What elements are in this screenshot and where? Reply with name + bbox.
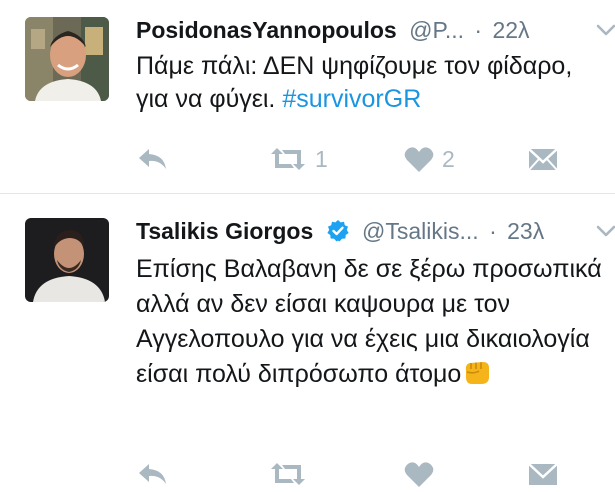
retweet-count: 1: [315, 145, 328, 172]
retweet-button[interactable]: 1: [269, 141, 328, 177]
tweet-text: Πάμε πάλι: ΔΕΝ ψηφίζουμε τον φίδαρο, για…: [136, 50, 606, 116]
separator: ·: [474, 17, 483, 43]
like-icon: [404, 146, 434, 172]
user-handle[interactable]: @P...: [409, 17, 464, 43]
tweet-text: Επίσης Βαλαβανη δε σε ξέρω προσωπικά αλλ…: [136, 252, 614, 392]
direct-message-button[interactable]: [528, 456, 558, 492]
like-button[interactable]: [404, 456, 434, 492]
retweet-icon: [271, 148, 305, 170]
like-count: 2: [442, 145, 455, 172]
avatar[interactable]: [25, 218, 109, 302]
direct-message-button[interactable]: [528, 141, 558, 177]
like-icon: [404, 461, 434, 487]
tweet-body: Επίσης Βαλαβανη δε σε ξέρω προσωπικά αλλ…: [136, 255, 602, 388]
timestamp[interactable]: 22λ: [492, 17, 529, 43]
display-name[interactable]: Tsalikis Giorgos: [136, 218, 313, 244]
fist-emoji-icon: [466, 362, 490, 384]
avatar[interactable]: [25, 17, 109, 101]
avatar-photo: [25, 218, 109, 302]
reply-button[interactable]: [136, 456, 168, 492]
reply-button[interactable]: [136, 141, 168, 177]
tweet-header: PosidonasYannopoulos @P... · 22λ: [136, 15, 615, 45]
avatar-photo: [25, 17, 109, 101]
chevron-down-icon[interactable]: [595, 216, 615, 246]
tweet-actions: [136, 456, 615, 492]
direct-message-icon: [528, 148, 558, 171]
retweet-button[interactable]: [269, 456, 307, 492]
display-name[interactable]: PosidonasYannopoulos: [136, 17, 397, 43]
tweet-tsalikis[interactable]: Tsalikis Giorgos @Tsalikis... · 23λ Επίσ…: [0, 194, 615, 487]
tweet-posidonas[interactable]: PosidonasYannopoulos @P... · 22λ Πάμε πά…: [0, 0, 615, 193]
reply-icon: [139, 464, 166, 484]
retweet-icon: [271, 463, 305, 485]
tweet-actions: 1 2: [136, 141, 615, 177]
reply-icon: [139, 149, 166, 169]
user-handle[interactable]: @Tsalikis...: [362, 218, 479, 244]
timestamp[interactable]: 23λ: [507, 218, 544, 244]
like-button[interactable]: 2: [404, 141, 455, 177]
chevron-down-icon[interactable]: [595, 15, 615, 45]
separator: ·: [489, 218, 497, 244]
verified-badge-icon: [327, 220, 349, 242]
tweet-header: Tsalikis Giorgos @Tsalikis... · 23λ: [136, 216, 615, 246]
direct-message-icon: [528, 463, 558, 485]
hashtag-link[interactable]: #survivorGR: [282, 85, 421, 113]
